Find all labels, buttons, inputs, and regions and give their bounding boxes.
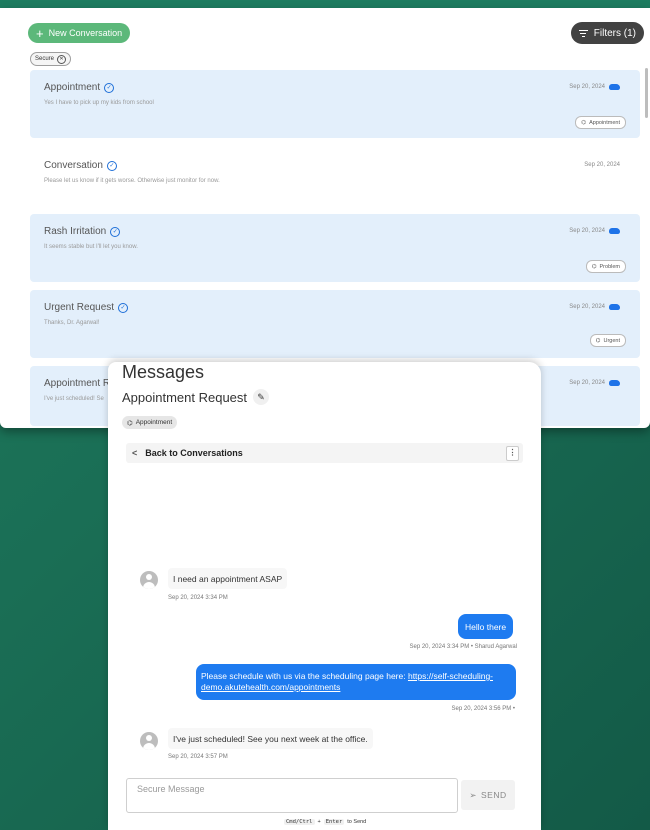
plus-icon: + [36, 25, 44, 41]
page-title: Messages [122, 362, 205, 382]
cloud-sync-icon [609, 304, 620, 310]
message-timestamp: Sep 20, 2024 3:56 PM • [451, 706, 515, 712]
conversation-title: Appointment Request [122, 389, 248, 405]
conversation-date: Sep 20, 2024 [584, 162, 620, 168]
conversation-title: Rash Irritation [44, 226, 107, 237]
conversation-tag[interactable]: ⌬ Appointment [122, 416, 178, 429]
message-bubble-incoming: I need an appointment ASAP [168, 568, 288, 589]
conversation-title: Conversation [44, 160, 103, 171]
shortcut-key-enter: Enter [323, 819, 345, 825]
conversation-tag[interactable]: ⌬ Urgent [589, 334, 626, 347]
verified-check-icon: ✓ [104, 82, 115, 93]
tag-label: Appointment [589, 119, 620, 126]
conversation-item[interactable]: Rash Irritation ✓ It seems stable but I'l… [30, 214, 640, 282]
message-timestamp: Sep 20, 2024 3:34 PM [168, 595, 228, 601]
edit-pencil-icon[interactable]: ✎ [253, 389, 270, 405]
back-label: Back to Conversations [145, 448, 243, 458]
chevron-left-icon: < [132, 448, 138, 458]
conversation-preview: Please let us know if it gets worse. Oth… [44, 178, 220, 184]
back-to-conversations-button[interactable]: < Back to Conversations ⋮ [126, 443, 523, 463]
send-icon: ➢ [469, 789, 477, 800]
message-text: Please schedule with us via the scheduli… [201, 671, 408, 681]
verified-check-icon: ✓ [110, 226, 121, 237]
message-bubble-incoming: I've just scheduled! See you next week a… [168, 728, 373, 749]
tag-icon: ⌬ [581, 119, 587, 126]
more-vert-icon[interactable]: ⋮ [506, 446, 519, 461]
conversation-date: Sep 20, 2024 [569, 228, 605, 234]
conversation-preview: It seems stable but I'll let you know. [44, 244, 138, 250]
conversation-tag[interactable]: ⌬ Problem [585, 260, 626, 273]
message-input-field[interactable] [126, 778, 458, 813]
filters-label: Filters (1) [593, 27, 636, 39]
filters-button[interactable]: Filters (1) [570, 22, 644, 44]
tag-label: Problem [599, 263, 620, 270]
tag-icon: ⌬ [127, 419, 133, 427]
filter-chip-label: Secure [35, 56, 55, 62]
new-conversation-label: New Conversation [48, 28, 123, 38]
avatar [140, 732, 158, 750]
secure-message-input[interactable] [135, 783, 449, 795]
shortcut-key-modifier: Cmd/Ctrl [284, 819, 315, 825]
message-timestamp: Sep 20, 2024 3:57 PM [168, 754, 228, 760]
verified-check-icon: ✓ [106, 160, 117, 171]
avatar [140, 571, 158, 589]
conversation-item[interactable]: Conversation ✓ Please let us know if it g… [30, 148, 640, 206]
conversation-title: Appointment [44, 82, 101, 93]
filter-chip-secure[interactable]: Secure ✕ [30, 52, 72, 66]
conversation-header: Appointment Request ✎ [122, 389, 270, 405]
cloud-sync-icon [609, 380, 620, 386]
shortcut-plus: + [317, 819, 321, 825]
conversation-title: Urgent Request [44, 302, 115, 313]
verified-check-icon: ✓ [118, 302, 129, 313]
filter-icon [578, 28, 588, 39]
tag-icon: ⌬ [591, 263, 597, 270]
send-shortcut-hint: Cmd/Ctrl + Enter to Send [284, 819, 366, 825]
conversation-item[interactable]: Urgent Request ✓ Thanks, Dr. Agarwal! Sep… [30, 290, 640, 358]
cloud-sync-icon [609, 228, 620, 234]
conversation-item[interactable]: Appointment ✓ Yes I have to pick up my ki… [30, 70, 640, 138]
top-bar [0, 0, 650, 8]
message-bubble-outgoing: Please schedule with us via the scheduli… [196, 664, 516, 700]
new-conversation-button[interactable]: + New Conversation [28, 23, 131, 43]
close-circle-icon[interactable]: ✕ [57, 54, 67, 64]
conversation-date: Sep 20, 2024 [569, 304, 605, 310]
conversation-preview: Yes I have to pick up my kids from schoo… [44, 100, 154, 106]
scrollbar-thumb[interactable] [645, 68, 648, 118]
send-button[interactable]: ➢ SEND [461, 780, 515, 810]
conversation-preview: I've just scheduled! Se [44, 396, 104, 402]
conversation-date: Sep 20, 2024 [569, 380, 605, 386]
tag-icon: ⌬ [595, 337, 601, 344]
conversation-preview: Thanks, Dr. Agarwal! [44, 320, 100, 326]
cloud-sync-icon [609, 84, 620, 90]
shortcut-suffix: to Send [347, 819, 367, 825]
tag-label: Appointment [135, 419, 173, 426]
conversation-date: Sep 20, 2024 [569, 84, 605, 90]
tag-label: Urgent [603, 337, 620, 344]
conversation-tag[interactable]: ⌬ Appointment [575, 116, 626, 129]
send-label: SEND [481, 790, 507, 800]
messages-panel: Messages Appointment Request ✎ ⌬ Appoint… [108, 362, 541, 830]
message-bubble-outgoing: Hello there [458, 614, 514, 639]
message-timestamp: Sep 20, 2024 3:34 PM • Sharud Agarwal [409, 644, 517, 650]
